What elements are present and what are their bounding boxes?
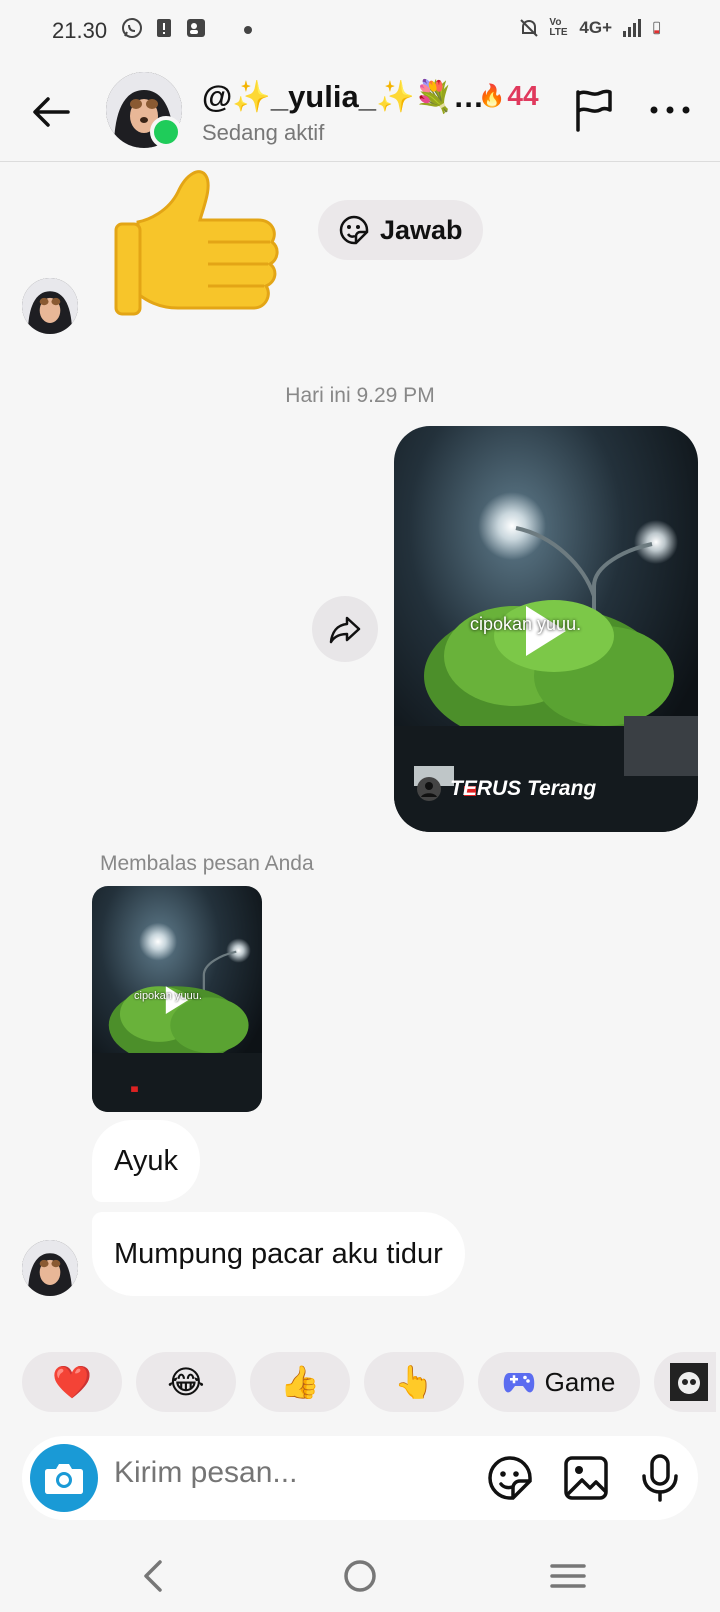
contact-card-icon <box>187 19 205 37</box>
reply-sticker-button[interactable]: Jawab <box>318 200 483 260</box>
video-caption-overlay: cipokan yuuu. <box>134 990 202 1002</box>
thumbs-up-icon: 👍 <box>280 1364 320 1400</box>
system-nav-bar <box>0 1540 720 1612</box>
active-status: Sedang aktif <box>202 120 325 145</box>
avatar-photo-icon <box>22 278 78 334</box>
game-label: Game <box>544 1366 616 1397</box>
camera-button[interactable] <box>30 1444 98 1512</box>
status-bar: 21.30 Vo LTE 4G+ <box>0 0 720 62</box>
laughing-icon: 😂 <box>167 1364 205 1400</box>
skull-sticker-icon <box>670 1363 708 1401</box>
camera-icon <box>45 1464 83 1494</box>
reaction-thumbs-button[interactable]: 👍 <box>250 1352 350 1412</box>
alert-icon <box>157 19 171 37</box>
replied-video-preview[interactable]: cipokan yuuu. <box>92 886 262 1112</box>
nav-menu-icon[interactable] <box>544 1552 592 1600</box>
sticker-suggestion-button[interactable] <box>654 1352 716 1412</box>
user-icon <box>417 777 441 801</box>
chat-header: @✨_yulia_✨💐… 🔥 44 Sedang aktif <box>0 62 720 162</box>
video-account-tag: TERUS Terang <box>416 776 596 802</box>
thumbs-up-emoji-message[interactable] <box>108 162 284 322</box>
signal-icon <box>623 19 641 37</box>
sent-video-message[interactable]: cipokan yuuu. TERUS Terang <box>394 426 698 832</box>
reply-context-label: Membalas pesan Anda <box>100 852 314 875</box>
more-options-icon[interactable] <box>644 90 696 130</box>
avatar-photo-icon <box>22 1240 78 1296</box>
status-more-dot <box>244 26 252 34</box>
heart-icon: ❤️ <box>52 1364 92 1400</box>
flag-icon[interactable] <box>570 86 616 132</box>
fire-icon: 🔥 <box>478 83 506 108</box>
gallery-icon[interactable] <box>560 1452 612 1504</box>
nav-back-icon[interactable] <box>130 1552 178 1600</box>
reaction-laugh-button[interactable]: 😂 <box>136 1352 236 1412</box>
streak-count: 44 <box>507 80 539 111</box>
share-button[interactable] <box>312 596 378 662</box>
received-message-bubble[interactable]: Mumpung pacar aku tidur <box>92 1212 465 1296</box>
streak-badge: 🔥 44 <box>478 80 539 112</box>
message-composer <box>22 1436 698 1520</box>
sender-avatar[interactable] <box>22 1240 78 1296</box>
status-system-icons: Vo LTE 4G+ <box>517 16 666 40</box>
online-indicator <box>150 116 182 148</box>
quick-reactions-bar: ❤️ 😂 👍 👆 Game <box>22 1352 716 1412</box>
status-time: 21.30 <box>52 18 108 43</box>
microphone-icon[interactable] <box>634 1452 686 1504</box>
video-account-name: TERUS Terang <box>450 777 597 800</box>
nav-home-icon[interactable] <box>336 1552 384 1600</box>
message-text: Mumpung pacar aku tidur <box>114 1237 443 1270</box>
sender-avatar[interactable] <box>22 278 78 334</box>
share-arrow-icon <box>329 616 361 644</box>
battery-icon <box>653 21 661 35</box>
received-message-bubble[interactable]: Ayuk <box>92 1120 200 1202</box>
video-caption-overlay: cipokan yuuu. <box>470 614 582 634</box>
whatsapp-icon <box>122 18 142 38</box>
volte-indicator: Vo LTE <box>549 17 568 38</box>
reaction-heart-button[interactable]: ❤️ <box>22 1352 122 1412</box>
message-timestamp: Hari ini 9.29 PM <box>285 384 435 407</box>
message-text: Ayuk <box>114 1144 178 1177</box>
pointing-up-icon: 👆 <box>394 1364 434 1400</box>
reply-chip-label: Jawab <box>380 214 463 245</box>
mute-icon <box>520 19 539 37</box>
status-notification-icons <box>120 16 208 40</box>
reaction-point-button[interactable]: 👆 <box>364 1352 464 1412</box>
message-input[interactable] <box>114 1456 464 1490</box>
game-controller-icon <box>503 1373 534 1393</box>
game-button[interactable]: Game <box>478 1352 640 1412</box>
sticker-icon[interactable] <box>484 1452 536 1504</box>
sticker-icon <box>339 215 369 245</box>
contact-username[interactable]: @✨_yulia_✨💐… <box>202 78 484 115</box>
network-indicator: 4G+ <box>579 18 612 37</box>
back-arrow-icon[interactable] <box>26 86 78 138</box>
